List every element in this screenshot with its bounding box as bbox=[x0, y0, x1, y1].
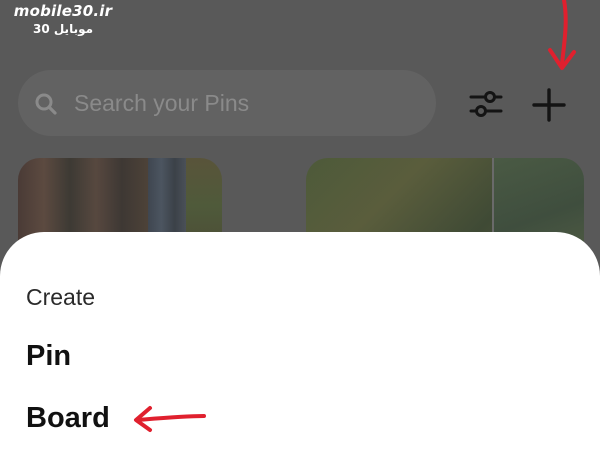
annotation-arrow-left-icon bbox=[134, 406, 206, 432]
add-plus-icon[interactable] bbox=[530, 86, 568, 124]
app-screen: mobile30.ir موبایل 30 Create Pin Board bbox=[0, 0, 600, 459]
search-input[interactable] bbox=[74, 88, 414, 118]
watermark-title: mobile30.ir bbox=[13, 2, 113, 20]
watermark: mobile30.ir موبایل 30 bbox=[8, 2, 118, 36]
create-bottom-sheet: Create Pin Board bbox=[0, 232, 600, 459]
create-pin-option[interactable]: Pin bbox=[26, 340, 71, 373]
filter-sliders-icon[interactable] bbox=[468, 86, 504, 122]
create-board-option[interactable]: Board bbox=[26, 402, 110, 435]
watermark-subtitle: موبایل 30 bbox=[32, 22, 94, 36]
sheet-title: Create bbox=[26, 284, 96, 310]
search-icon bbox=[35, 93, 57, 115]
annotation-arrow-down-icon bbox=[548, 0, 576, 70]
search-bar[interactable] bbox=[18, 70, 436, 136]
